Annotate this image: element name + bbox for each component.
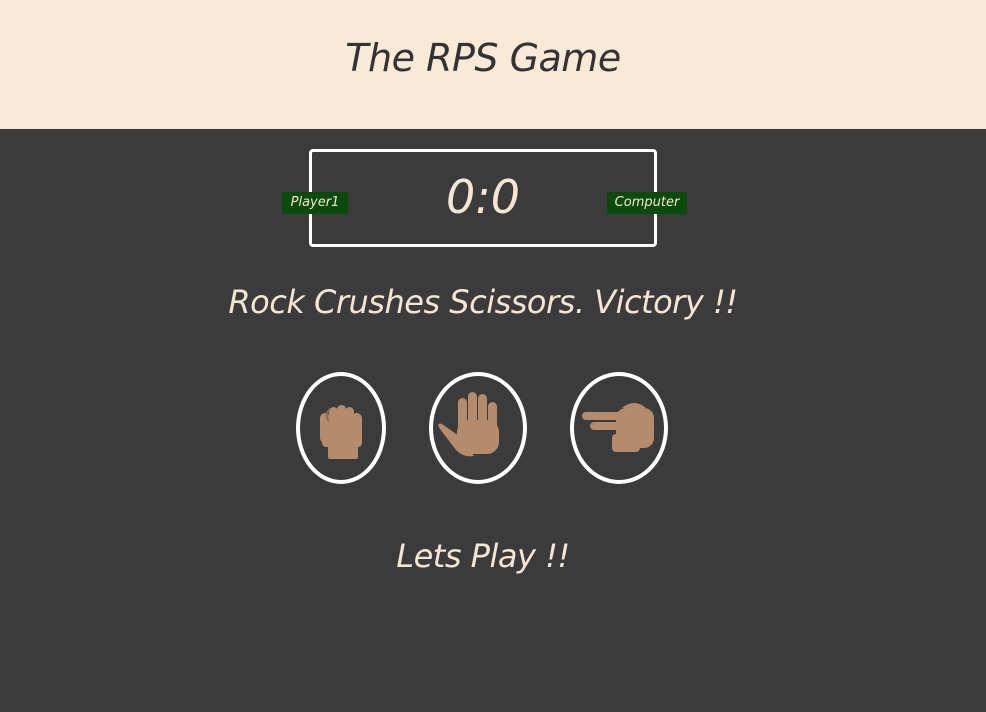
action-message: Lets Play !! — [396, 537, 570, 575]
page-title: The RPS Game — [345, 36, 621, 80]
raised-hand-icon — [438, 392, 499, 457]
raised-fist-icon — [320, 405, 362, 459]
score-display: 0:0 — [445, 170, 521, 224]
computer-badge: Computer — [607, 192, 687, 214]
rock-button[interactable] — [296, 372, 386, 484]
result-message: Rock Crushes Scissors. Victory !! — [228, 283, 738, 321]
scissors-button[interactable] — [570, 372, 668, 484]
user-badge: Player1 — [282, 192, 348, 214]
header: The RPS Game — [0, 0, 986, 129]
paper-button[interactable] — [429, 372, 527, 484]
scoreboard: 0:0 — [309, 149, 657, 247]
victory-hand-icon — [582, 403, 654, 452]
